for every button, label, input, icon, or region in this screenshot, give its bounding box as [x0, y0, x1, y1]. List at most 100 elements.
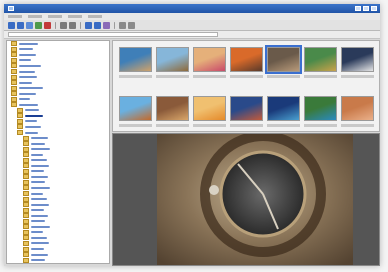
- preview-image: [113, 134, 379, 265]
- title-bar: [4, 4, 380, 13]
- folder-icon: [23, 174, 29, 180]
- forward-icon[interactable]: [17, 21, 24, 29]
- folder-label: [31, 164, 49, 167]
- menu-item[interactable]: [68, 15, 82, 18]
- folder-label: [19, 81, 33, 84]
- copy-icon[interactable]: [60, 21, 67, 29]
- folder-icon: [23, 213, 29, 219]
- folder-label: [31, 192, 43, 195]
- close-icon[interactable]: [371, 6, 377, 11]
- image-preview[interactable]: [112, 133, 380, 266]
- thumbnail-caption: [304, 75, 337, 78]
- folder-icon: [23, 246, 29, 252]
- folder-label: [19, 70, 35, 73]
- thumbnail-grid: [112, 40, 380, 132]
- thumbnail-caption: [230, 124, 263, 127]
- folder-icon: [23, 218, 29, 224]
- folder-label: [31, 153, 43, 156]
- address-input[interactable]: [8, 32, 218, 37]
- up-icon[interactable]: [26, 21, 33, 29]
- thumbnail[interactable]: [156, 96, 189, 121]
- zoom-icon[interactable]: [119, 21, 126, 29]
- folder-icon: [23, 257, 29, 263]
- toolbar-separator: [55, 21, 56, 29]
- folder-label: [25, 120, 37, 123]
- folder-tree[interactable]: [6, 40, 110, 264]
- folder-label: [31, 186, 51, 189]
- folder-icon: [23, 179, 29, 185]
- folder-icon: [11, 102, 17, 108]
- folder-icon: [11, 52, 17, 58]
- back-icon[interactable]: [8, 21, 15, 29]
- folder-label: [31, 142, 46, 145]
- folder-label: [25, 125, 41, 128]
- thumbnail[interactable]: [265, 45, 302, 74]
- thumbnail-caption: [156, 124, 189, 127]
- folder-icon: [17, 113, 23, 119]
- folder-label: [25, 131, 39, 134]
- fullscreen-icon[interactable]: [94, 21, 101, 29]
- thumbnail[interactable]: [230, 96, 263, 121]
- folder-label: [31, 231, 43, 234]
- folder-label: [25, 114, 43, 117]
- slideshow-icon[interactable]: [85, 21, 92, 29]
- folder-label: [19, 59, 31, 62]
- thumbnail-caption: [304, 124, 337, 127]
- folder-icon: [11, 91, 17, 97]
- folder-item[interactable]: [7, 257, 109, 263]
- settings-icon[interactable]: [128, 21, 135, 29]
- refresh-icon[interactable]: [35, 21, 42, 29]
- minimize-icon[interactable]: [355, 6, 361, 11]
- folder-icon: [17, 107, 23, 113]
- folder-icon: [17, 130, 23, 136]
- app-window: [4, 4, 380, 266]
- thumbnail[interactable]: [193, 96, 226, 121]
- folder-label: [19, 92, 36, 95]
- menu-item[interactable]: [8, 15, 22, 18]
- thumbnail[interactable]: [230, 47, 263, 72]
- folder-icon: [23, 229, 29, 235]
- folder-label: [31, 181, 46, 184]
- folder-label: [19, 87, 43, 90]
- thumbnail[interactable]: [193, 47, 226, 72]
- menu-item[interactable]: [88, 15, 102, 18]
- address-bar: [4, 31, 380, 39]
- folder-label: [31, 198, 47, 201]
- thumbnail-caption: [267, 124, 300, 127]
- thumbnail-caption: [267, 75, 300, 78]
- folder-icon: [23, 191, 29, 197]
- thumbnail[interactable]: [341, 47, 374, 72]
- folder-icon: [23, 157, 29, 163]
- delete-icon[interactable]: [44, 21, 51, 29]
- folder-icon: [23, 146, 29, 152]
- menu-item[interactable]: [48, 15, 62, 18]
- folder-label: [31, 248, 45, 250]
- folder-label: [19, 98, 30, 101]
- thumbnail[interactable]: [304, 47, 337, 72]
- maximize-icon[interactable]: [363, 6, 369, 11]
- folder-icon: [23, 252, 29, 258]
- window-controls: [355, 6, 377, 11]
- folder-icon: [17, 124, 23, 130]
- folder-icon: [23, 202, 29, 208]
- menu-item[interactable]: [28, 15, 42, 18]
- folder-label: [19, 64, 41, 67]
- folder-label: [31, 242, 49, 245]
- folder-label: [19, 76, 37, 79]
- thumbnail[interactable]: [119, 47, 152, 72]
- thumbnail[interactable]: [341, 96, 374, 121]
- folder-icon: [11, 74, 17, 80]
- toolbar-separator: [80, 21, 81, 29]
- folder-label: [31, 253, 48, 256]
- thumbnail[interactable]: [267, 96, 300, 121]
- folder-label: [25, 109, 40, 112]
- thumbnail[interactable]: [119, 96, 152, 121]
- thumbnail[interactable]: [156, 47, 189, 72]
- rotate-icon[interactable]: [103, 21, 110, 29]
- thumbnail[interactable]: [304, 96, 337, 121]
- folder-icon: [23, 141, 29, 147]
- folder-icon: [23, 235, 29, 241]
- move-icon[interactable]: [69, 21, 76, 29]
- folder-icon: [11, 96, 17, 102]
- folder-icon: [11, 41, 17, 47]
